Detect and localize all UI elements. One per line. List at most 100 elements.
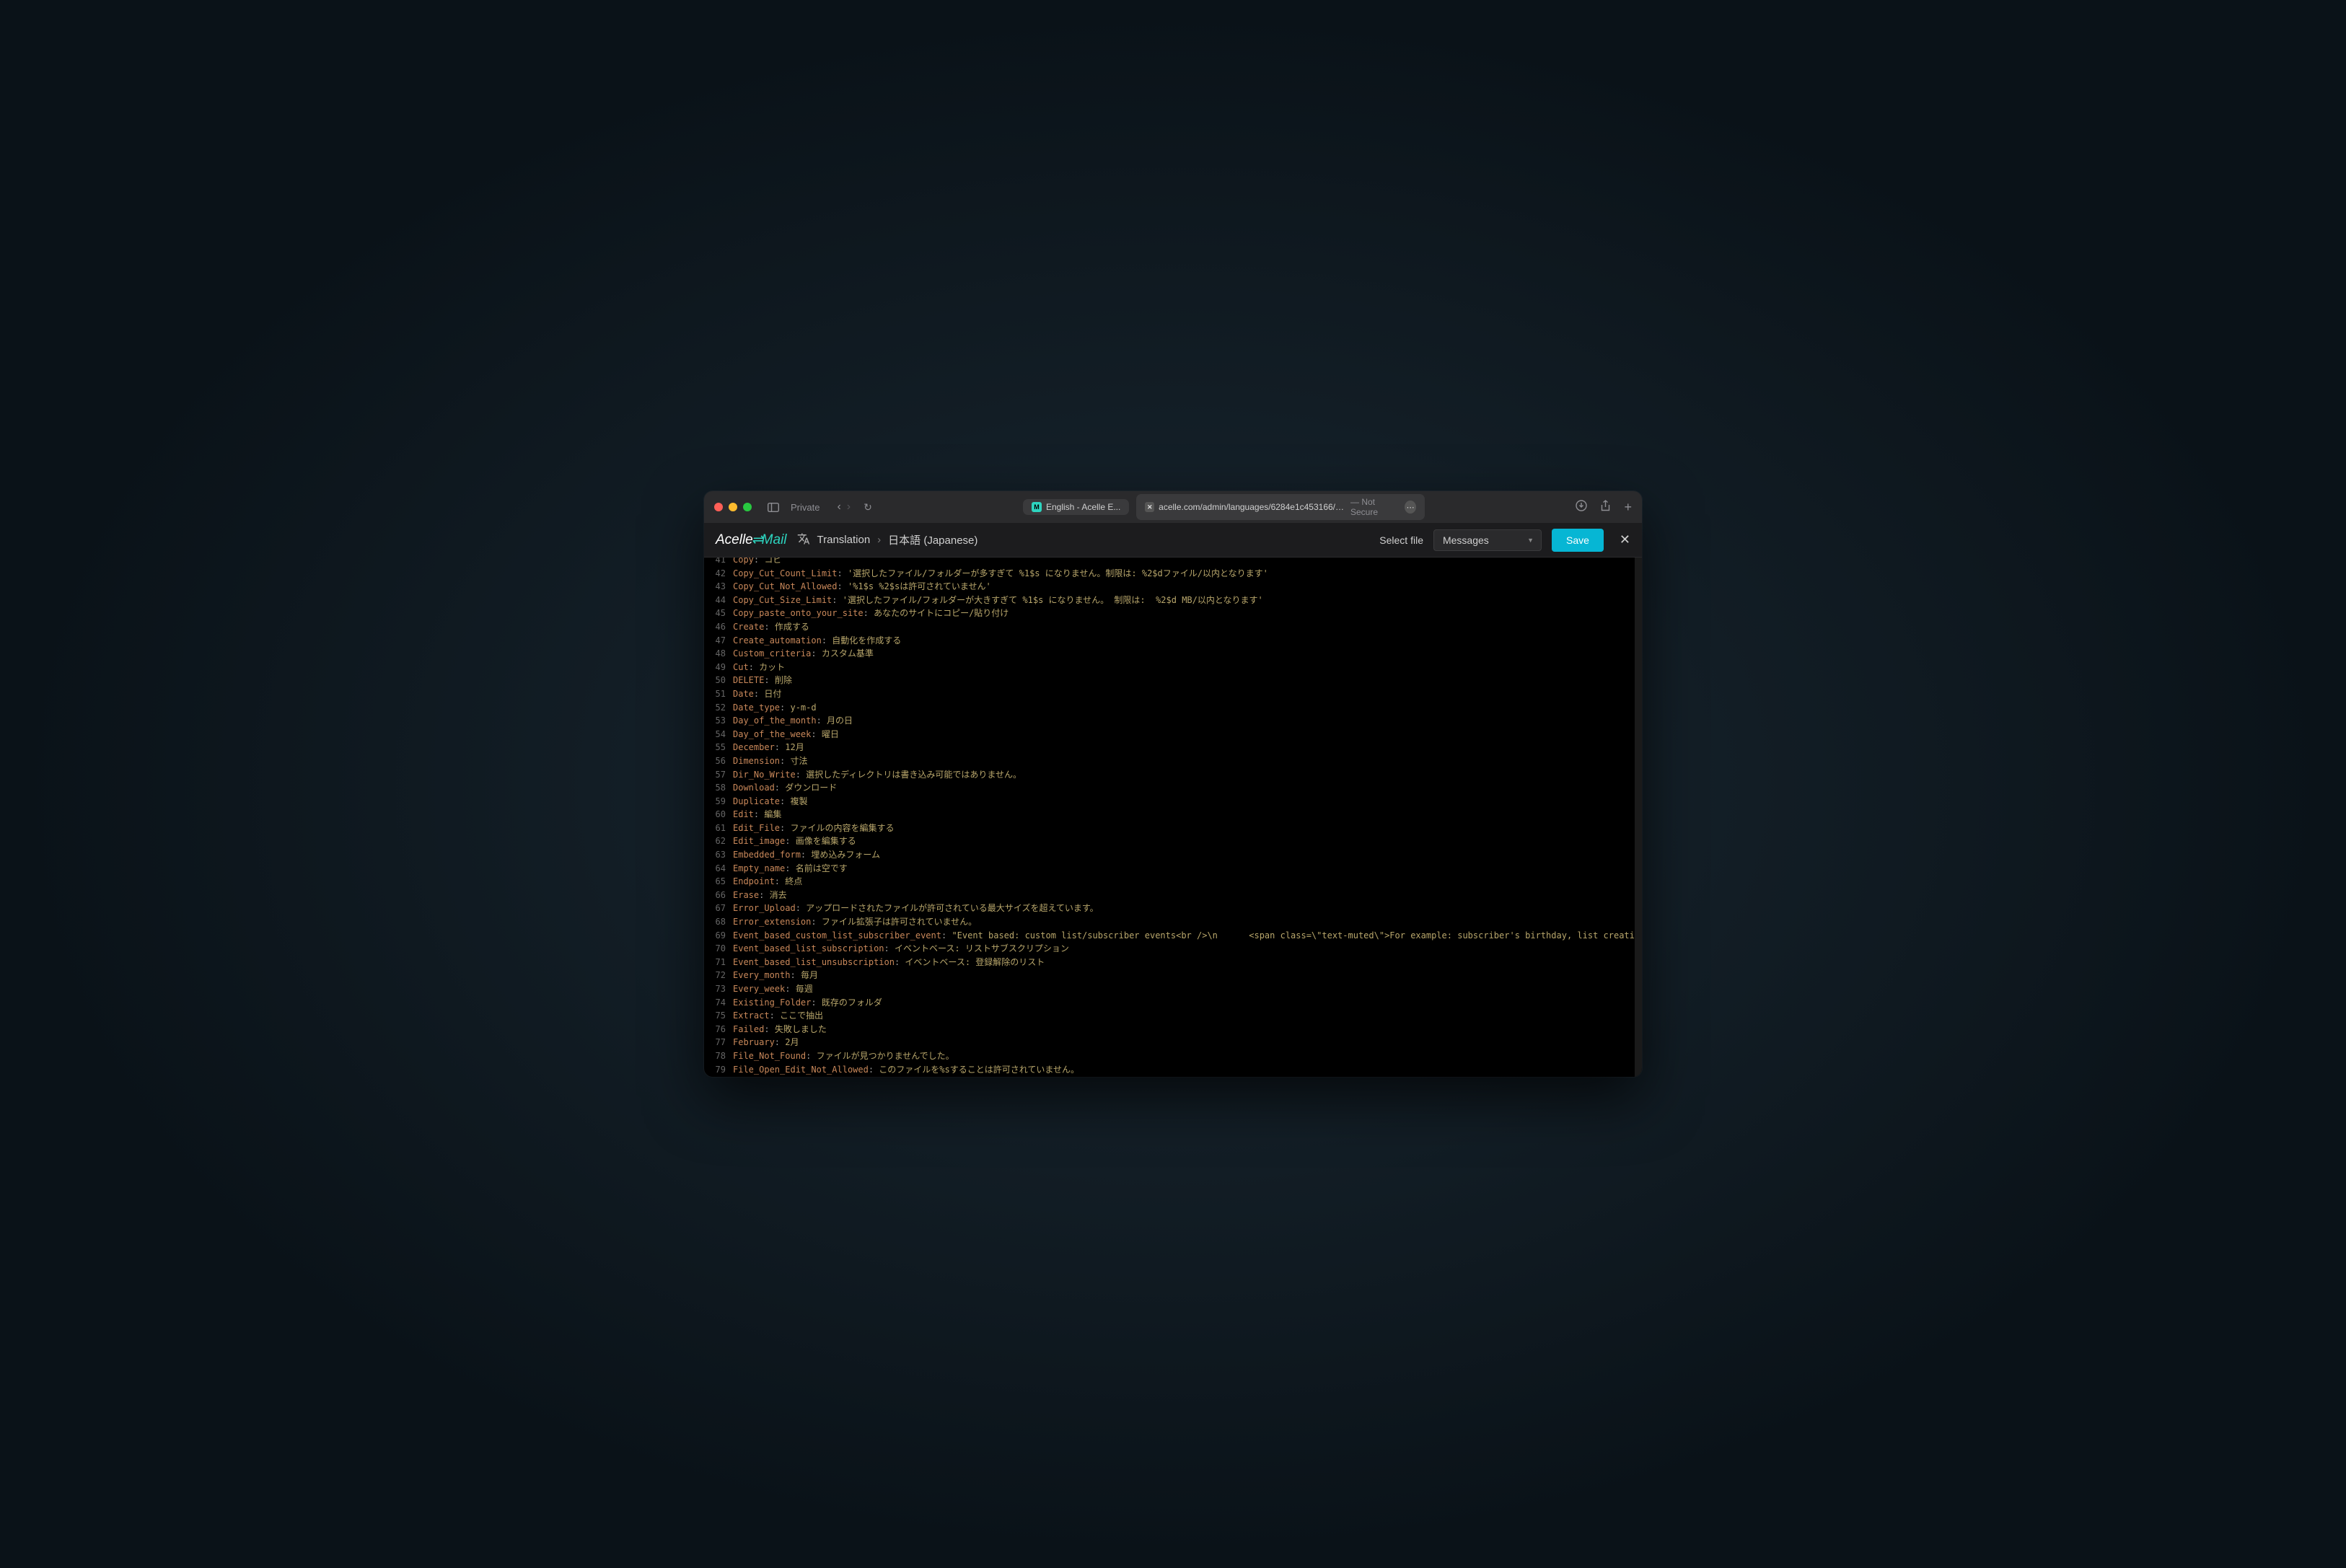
code-line[interactable]: 68Error_extension: ファイル拡張子は許可されていません。: [704, 915, 1642, 929]
security-status: — Not Secure: [1350, 497, 1400, 517]
address-bar[interactable]: ✕ acelle.com/admin/languages/6284e1c4531…: [1136, 494, 1425, 520]
line-content: Event_based_list_subscription: イベントベース: …: [733, 942, 1642, 956]
download-icon[interactable]: [1576, 500, 1587, 514]
code-line[interactable]: 66Erase: 消去: [704, 889, 1642, 902]
new-tab-icon[interactable]: +: [1624, 500, 1632, 515]
code-line[interactable]: 48Custom_criteria: カスタム基準: [704, 647, 1642, 661]
logo-text-b: Mail: [762, 532, 787, 548]
code-line[interactable]: 78File_Not_Found: ファイルが見つかりませんでした。: [704, 1049, 1642, 1063]
code-line[interactable]: 69Event_based_custom_list_subscriber_eve…: [704, 929, 1642, 943]
line-content: Empty_name: 名前は空です: [733, 862, 1642, 876]
code-line[interactable]: 60Edit: 編集: [704, 808, 1642, 822]
line-number: 54: [704, 728, 733, 741]
line-number: 67: [704, 902, 733, 915]
code-line[interactable]: 56Dimension: 寸法: [704, 754, 1642, 768]
file-select-value: Messages: [1443, 534, 1489, 546]
code-line[interactable]: 62Edit_image: 画像を編集する: [704, 834, 1642, 848]
code-line[interactable]: 54Day_of_the_week: 曜日: [704, 728, 1642, 741]
line-number: 56: [704, 754, 733, 768]
code-line[interactable]: 53Day_of_the_month: 月の日: [704, 714, 1642, 728]
code-line[interactable]: 45Copy_paste_onto_your_site: あなたのサイトにコピー…: [704, 607, 1642, 620]
line-content: DELETE: 削除: [733, 674, 1642, 687]
code-line[interactable]: 64Empty_name: 名前は空です: [704, 862, 1642, 876]
breadcrumb: Translation › 日本語 (Japanese): [797, 532, 978, 548]
line-number: 65: [704, 875, 733, 889]
code-line[interactable]: 52Date_type: y-m-d: [704, 701, 1642, 715]
line-content: Existing_Folder: 既存のフォルダ: [733, 996, 1642, 1010]
line-number: 59: [704, 795, 733, 809]
code-line[interactable]: 42Copy_Cut_Count_Limit: '選択したファイル/フォルダーが…: [704, 567, 1642, 581]
code-line[interactable]: 74Existing_Folder: 既存のフォルダ: [704, 996, 1642, 1010]
code-line[interactable]: 77February: 2月: [704, 1036, 1642, 1049]
line-number: 63: [704, 848, 733, 862]
line-number: 75: [704, 1009, 733, 1023]
line-number: 69: [704, 929, 733, 943]
line-number: 72: [704, 969, 733, 982]
sidebar-toggle-icon[interactable]: [768, 503, 779, 512]
code-line[interactable]: 50DELETE: 削除: [704, 674, 1642, 687]
code-line[interactable]: 58Download: ダウンロード: [704, 781, 1642, 795]
line-number: 70: [704, 942, 733, 956]
more-icon[interactable]: ⋯: [1405, 501, 1416, 514]
app-logo[interactable]: Acelle⇌Mail: [716, 532, 787, 548]
code-line[interactable]: 44Copy_Cut_Size_Limit: '選択したファイル/フォルダーが大…: [704, 594, 1642, 607]
line-content: Day_of_the_month: 月の日: [733, 714, 1642, 728]
close-window-button[interactable]: [714, 503, 723, 511]
code-line[interactable]: 55December: 12月: [704, 741, 1642, 754]
crumb-translation[interactable]: Translation: [817, 534, 871, 546]
line-content: Event_based_list_unsubscription: イベントベース…: [733, 956, 1642, 969]
line-number: 44: [704, 594, 733, 607]
reload-button[interactable]: ↻: [864, 501, 872, 514]
minimize-window-button[interactable]: [729, 503, 737, 511]
code-line[interactable]: 61Edit_File: ファイルの内容を編集する: [704, 822, 1642, 835]
line-content: Download: ダウンロード: [733, 781, 1642, 795]
save-button[interactable]: Save: [1552, 529, 1604, 552]
address-url: acelle.com/admin/languages/6284e1c453166…: [1159, 502, 1346, 512]
code-line[interactable]: 70Event_based_list_subscription: イベントベース…: [704, 942, 1642, 956]
line-content: Error_Upload: アップロードされたファイルが許可されている最大サイズ…: [733, 902, 1642, 915]
code-line[interactable]: 80File_Permission: ファイルパーミッション: [704, 1076, 1642, 1077]
tabs-area: M English - Acelle E... ✕ acelle.com/adm…: [879, 494, 1569, 520]
line-content: File_Not_Found: ファイルが見つかりませんでした。: [733, 1049, 1642, 1063]
code-line[interactable]: 41Copy: コピ: [704, 558, 1642, 567]
line-number: 53: [704, 714, 733, 728]
code-line[interactable]: 67Error_Upload: アップロードされたファイルが許可されている最大サ…: [704, 902, 1642, 915]
code-editor[interactable]: 41Copy: コピ42Copy_Cut_Count_Limit: '選択したフ…: [704, 558, 1642, 1077]
code-line[interactable]: 59Duplicate: 複製: [704, 795, 1642, 809]
code-line[interactable]: 63Embedded_form: 埋め込みフォーム: [704, 848, 1642, 862]
line-number: 71: [704, 956, 733, 969]
line-number: 48: [704, 647, 733, 661]
code-line[interactable]: 57Dir_No_Write: 選択したディレクトリは書き込み可能ではありません…: [704, 768, 1642, 782]
code-line[interactable]: 76Failed: 失敗しました: [704, 1023, 1642, 1036]
line-number: 47: [704, 634, 733, 648]
code-line[interactable]: 71Event_based_list_unsubscription: イベントベ…: [704, 956, 1642, 969]
select-file-label: Select file: [1379, 534, 1423, 546]
forward-button[interactable]: ›: [847, 501, 851, 514]
code-line[interactable]: 43Copy_Cut_Not_Allowed: '%1$s %2$sは許可されて…: [704, 580, 1642, 594]
code-line[interactable]: 65Endpoint: 終点: [704, 875, 1642, 889]
share-icon[interactable]: [1600, 500, 1611, 515]
line-number: 68: [704, 915, 733, 929]
line-content: Endpoint: 終点: [733, 875, 1642, 889]
code-line[interactable]: 73Every_week: 毎週: [704, 982, 1642, 996]
code-line[interactable]: 49Cut: カット: [704, 661, 1642, 674]
tab-1[interactable]: M English - Acelle E...: [1023, 499, 1129, 515]
code-line[interactable]: 72Every_month: 毎月: [704, 969, 1642, 982]
code-line[interactable]: 46Create: 作成する: [704, 620, 1642, 634]
line-number: 62: [704, 834, 733, 848]
close-panel-button[interactable]: ✕: [1620, 532, 1630, 547]
code-line[interactable]: 79File_Open_Edit_Not_Allowed: このファイルを%sす…: [704, 1063, 1642, 1077]
file-select-dropdown[interactable]: Messages: [1433, 529, 1542, 551]
code-line[interactable]: 47Create_automation: 自動化を作成する: [704, 634, 1642, 648]
line-number: 78: [704, 1049, 733, 1063]
code-line[interactable]: 75Extract: ここで抽出: [704, 1009, 1642, 1023]
private-label: Private: [791, 502, 820, 513]
line-number: 76: [704, 1023, 733, 1036]
line-content: Custom_criteria: カスタム基準: [733, 647, 1642, 661]
code-line[interactable]: 51Date: 日付: [704, 687, 1642, 701]
maximize-window-button[interactable]: [743, 503, 752, 511]
back-button[interactable]: ‹: [837, 501, 840, 514]
line-content: File_Permission: ファイルパーミッション: [733, 1076, 1642, 1077]
line-number: 43: [704, 580, 733, 594]
line-content: Dir_No_Write: 選択したディレクトリは書き込み可能ではありません。: [733, 768, 1642, 782]
